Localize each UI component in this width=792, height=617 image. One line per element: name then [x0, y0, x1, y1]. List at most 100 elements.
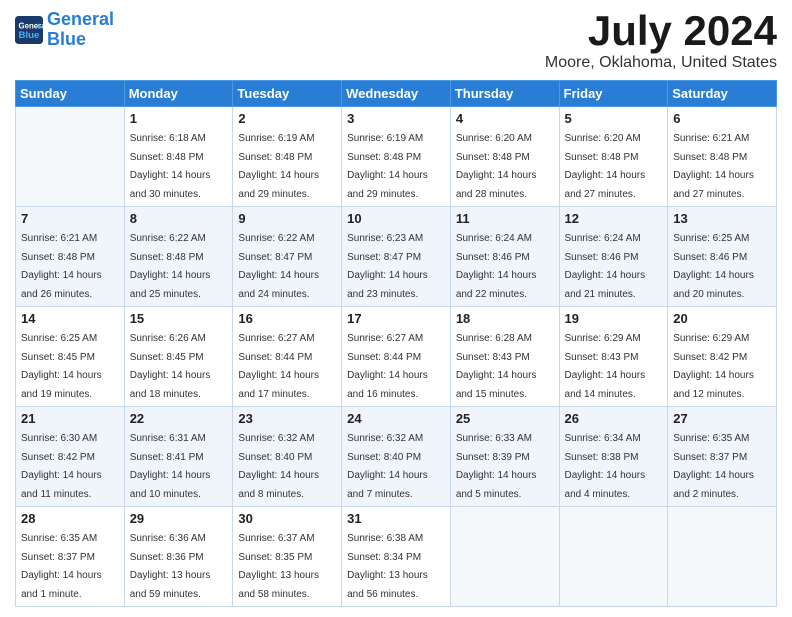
- day-number: 6: [673, 111, 771, 126]
- day-number: 18: [456, 311, 554, 326]
- day-number: 9: [238, 211, 336, 226]
- day-number: 28: [21, 511, 119, 526]
- day-cell: 20 Sunrise: 6:29 AMSunset: 8:42 PMDaylig…: [668, 307, 777, 407]
- day-cell: 12 Sunrise: 6:24 AMSunset: 8:46 PMDaylig…: [559, 207, 668, 307]
- day-cell: [559, 507, 668, 607]
- day-detail: Sunrise: 6:35 AMSunset: 8:37 PMDaylight:…: [673, 433, 754, 500]
- day-cell: 17 Sunrise: 6:27 AMSunset: 8:44 PMDaylig…: [342, 307, 451, 407]
- day-cell: 26 Sunrise: 6:34 AMSunset: 8:38 PMDaylig…: [559, 407, 668, 507]
- day-cell: 15 Sunrise: 6:26 AMSunset: 8:45 PMDaylig…: [124, 307, 233, 407]
- svg-text:Blue: Blue: [19, 30, 40, 41]
- day-detail: Sunrise: 6:18 AMSunset: 8:48 PMDaylight:…: [130, 133, 211, 200]
- week-row-5: 28 Sunrise: 6:35 AMSunset: 8:37 PMDaylig…: [16, 507, 777, 607]
- day-detail: Sunrise: 6:34 AMSunset: 8:38 PMDaylight:…: [565, 433, 646, 500]
- day-detail: Sunrise: 6:20 AMSunset: 8:48 PMDaylight:…: [565, 133, 646, 200]
- day-number: 13: [673, 211, 771, 226]
- day-cell: 27 Sunrise: 6:35 AMSunset: 8:37 PMDaylig…: [668, 407, 777, 507]
- day-cell: 5 Sunrise: 6:20 AMSunset: 8:48 PMDayligh…: [559, 107, 668, 207]
- week-row-2: 7 Sunrise: 6:21 AMSunset: 8:48 PMDayligh…: [16, 207, 777, 307]
- day-number: 23: [238, 411, 336, 426]
- day-cell: 3 Sunrise: 6:19 AMSunset: 8:48 PMDayligh…: [342, 107, 451, 207]
- day-detail: Sunrise: 6:38 AMSunset: 8:34 PMDaylight:…: [347, 533, 428, 600]
- day-detail: Sunrise: 6:27 AMSunset: 8:44 PMDaylight:…: [238, 333, 319, 400]
- day-cell: 9 Sunrise: 6:22 AMSunset: 8:47 PMDayligh…: [233, 207, 342, 307]
- day-detail: Sunrise: 6:21 AMSunset: 8:48 PMDaylight:…: [673, 133, 754, 200]
- day-cell: 23 Sunrise: 6:32 AMSunset: 8:40 PMDaylig…: [233, 407, 342, 507]
- week-row-1: 1 Sunrise: 6:18 AMSunset: 8:48 PMDayligh…: [16, 107, 777, 207]
- day-detail: Sunrise: 6:22 AMSunset: 8:47 PMDaylight:…: [238, 233, 319, 300]
- header-cell-friday: Friday: [559, 81, 668, 107]
- day-detail: Sunrise: 6:37 AMSunset: 8:35 PMDaylight:…: [238, 533, 319, 600]
- day-detail: Sunrise: 6:19 AMSunset: 8:48 PMDaylight:…: [347, 133, 428, 200]
- day-cell: 18 Sunrise: 6:28 AMSunset: 8:43 PMDaylig…: [450, 307, 559, 407]
- day-detail: Sunrise: 6:32 AMSunset: 8:40 PMDaylight:…: [347, 433, 428, 500]
- day-detail: Sunrise: 6:28 AMSunset: 8:43 PMDaylight:…: [456, 333, 537, 400]
- week-row-4: 21 Sunrise: 6:30 AMSunset: 8:42 PMDaylig…: [16, 407, 777, 507]
- header-cell-tuesday: Tuesday: [233, 81, 342, 107]
- day-detail: Sunrise: 6:29 AMSunset: 8:42 PMDaylight:…: [673, 333, 754, 400]
- day-detail: Sunrise: 6:24 AMSunset: 8:46 PMDaylight:…: [456, 233, 537, 300]
- day-number: 15: [130, 311, 228, 326]
- header-cell-saturday: Saturday: [668, 81, 777, 107]
- day-cell: 4 Sunrise: 6:20 AMSunset: 8:48 PMDayligh…: [450, 107, 559, 207]
- day-number: 14: [21, 311, 119, 326]
- day-number: 2: [238, 111, 336, 126]
- day-detail: Sunrise: 6:25 AMSunset: 8:46 PMDaylight:…: [673, 233, 754, 300]
- logo-text: General Blue: [47, 10, 114, 50]
- day-detail: Sunrise: 6:23 AMSunset: 8:47 PMDaylight:…: [347, 233, 428, 300]
- day-cell: 8 Sunrise: 6:22 AMSunset: 8:48 PMDayligh…: [124, 207, 233, 307]
- day-detail: Sunrise: 6:33 AMSunset: 8:39 PMDaylight:…: [456, 433, 537, 500]
- day-cell: 10 Sunrise: 6:23 AMSunset: 8:47 PMDaylig…: [342, 207, 451, 307]
- day-cell: 2 Sunrise: 6:19 AMSunset: 8:48 PMDayligh…: [233, 107, 342, 207]
- day-number: 19: [565, 311, 663, 326]
- day-cell: 14 Sunrise: 6:25 AMSunset: 8:45 PMDaylig…: [16, 307, 125, 407]
- day-cell: 22 Sunrise: 6:31 AMSunset: 8:41 PMDaylig…: [124, 407, 233, 507]
- day-detail: Sunrise: 6:27 AMSunset: 8:44 PMDaylight:…: [347, 333, 428, 400]
- title-block: July 2024 Moore, Oklahoma, United States: [545, 10, 777, 72]
- day-number: 3: [347, 111, 445, 126]
- header-cell-sunday: Sunday: [16, 81, 125, 107]
- day-cell: [668, 507, 777, 607]
- day-detail: Sunrise: 6:21 AMSunset: 8:48 PMDaylight:…: [21, 233, 102, 300]
- day-number: 12: [565, 211, 663, 226]
- day-number: 4: [456, 111, 554, 126]
- page-header: General Blue General Blue July 2024 Moor…: [15, 10, 777, 72]
- day-detail: Sunrise: 6:29 AMSunset: 8:43 PMDaylight:…: [565, 333, 646, 400]
- day-number: 1: [130, 111, 228, 126]
- day-number: 11: [456, 211, 554, 226]
- day-number: 22: [130, 411, 228, 426]
- day-cell: 7 Sunrise: 6:21 AMSunset: 8:48 PMDayligh…: [16, 207, 125, 307]
- day-cell: 31 Sunrise: 6:38 AMSunset: 8:34 PMDaylig…: [342, 507, 451, 607]
- day-number: 21: [21, 411, 119, 426]
- day-cell: 1 Sunrise: 6:18 AMSunset: 8:48 PMDayligh…: [124, 107, 233, 207]
- day-number: 30: [238, 511, 336, 526]
- day-number: 29: [130, 511, 228, 526]
- day-number: 5: [565, 111, 663, 126]
- day-number: 20: [673, 311, 771, 326]
- day-cell: [16, 107, 125, 207]
- logo: General Blue General Blue: [15, 10, 114, 50]
- day-number: 8: [130, 211, 228, 226]
- day-detail: Sunrise: 6:25 AMSunset: 8:45 PMDaylight:…: [21, 333, 102, 400]
- day-number: 17: [347, 311, 445, 326]
- day-detail: Sunrise: 6:32 AMSunset: 8:40 PMDaylight:…: [238, 433, 319, 500]
- day-cell: 21 Sunrise: 6:30 AMSunset: 8:42 PMDaylig…: [16, 407, 125, 507]
- header-row: SundayMondayTuesdayWednesdayThursdayFrid…: [16, 81, 777, 107]
- day-number: 7: [21, 211, 119, 226]
- day-detail: Sunrise: 6:24 AMSunset: 8:46 PMDaylight:…: [565, 233, 646, 300]
- day-detail: Sunrise: 6:31 AMSunset: 8:41 PMDaylight:…: [130, 433, 211, 500]
- day-cell: 6 Sunrise: 6:21 AMSunset: 8:48 PMDayligh…: [668, 107, 777, 207]
- header-cell-thursday: Thursday: [450, 81, 559, 107]
- day-detail: Sunrise: 6:19 AMSunset: 8:48 PMDaylight:…: [238, 133, 319, 200]
- day-number: 16: [238, 311, 336, 326]
- logo-line1: General: [47, 9, 114, 29]
- day-number: 24: [347, 411, 445, 426]
- day-detail: Sunrise: 6:35 AMSunset: 8:37 PMDaylight:…: [21, 533, 102, 600]
- week-row-3: 14 Sunrise: 6:25 AMSunset: 8:45 PMDaylig…: [16, 307, 777, 407]
- day-number: 27: [673, 411, 771, 426]
- day-cell: [450, 507, 559, 607]
- day-number: 25: [456, 411, 554, 426]
- day-detail: Sunrise: 6:26 AMSunset: 8:45 PMDaylight:…: [130, 333, 211, 400]
- day-cell: 16 Sunrise: 6:27 AMSunset: 8:44 PMDaylig…: [233, 307, 342, 407]
- logo-line2: Blue: [47, 29, 86, 49]
